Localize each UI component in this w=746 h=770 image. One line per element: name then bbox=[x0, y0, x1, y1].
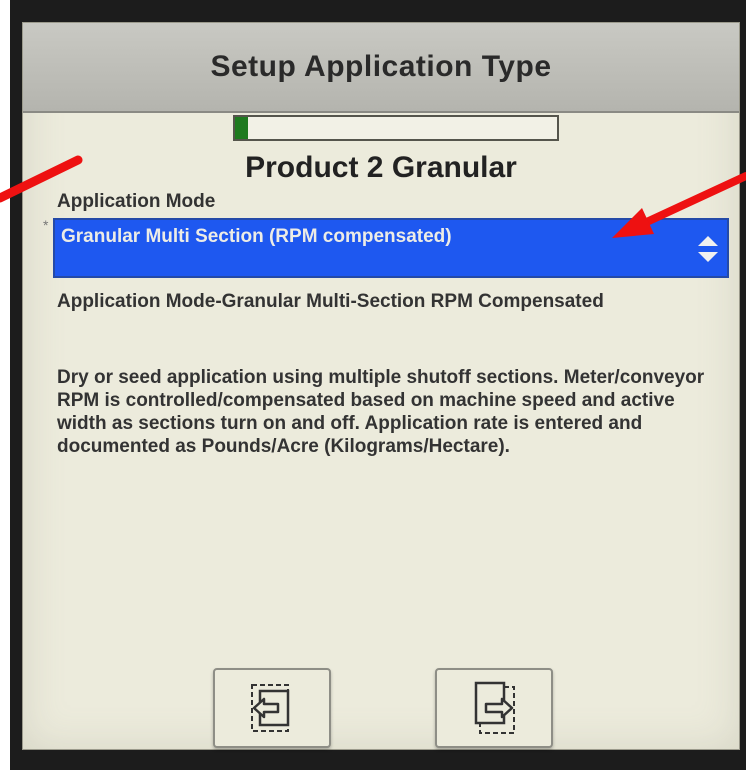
application-mode-selected-value: Granular Multi Section (RPM compensated) bbox=[61, 226, 452, 247]
title-bar: Setup Application Type bbox=[23, 23, 739, 113]
next-button[interactable] bbox=[435, 668, 553, 748]
page-title: Setup Application Type bbox=[210, 50, 552, 83]
annotation-arrow-right bbox=[612, 172, 746, 238]
back-button[interactable] bbox=[213, 668, 331, 748]
page-next-icon bbox=[474, 681, 515, 734]
page-back-icon bbox=[251, 684, 290, 732]
setup-screen: Setup Application Type Product 2 Granula… bbox=[22, 22, 740, 750]
annotation-arrow-left bbox=[0, 155, 83, 203]
setup-progress-bar bbox=[233, 115, 559, 141]
mode-name-text: Application Mode-Granular Multi-Section … bbox=[57, 291, 604, 312]
setup-progress-fill bbox=[235, 117, 248, 139]
mode-description-text: Dry or seed application using multiple s… bbox=[57, 367, 705, 457]
